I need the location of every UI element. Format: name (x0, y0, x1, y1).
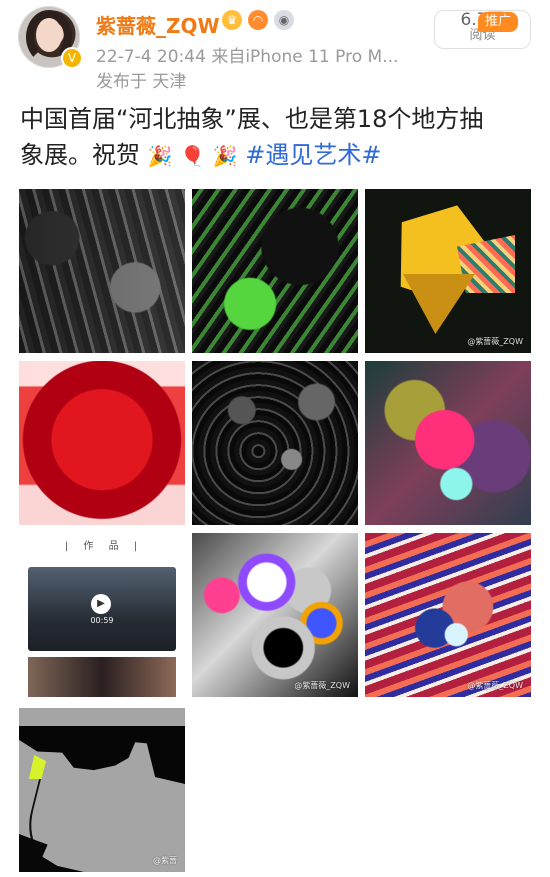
party-popper-icon: 🎉 (147, 144, 173, 168)
post-line-2: 象展。祝贺 🎉 🎈 🎉 #遇见艺术# (20, 137, 530, 174)
ochre-triangle (403, 274, 475, 334)
artwork-image-6[interactable] (365, 361, 531, 525)
post-location: 发布于 天津 (96, 72, 187, 92)
artwork-image-9[interactable]: @紫蔷薇_ZQW (365, 533, 531, 697)
post-line-2-prefix: 象展。祝贺 (20, 141, 140, 169)
avatar-face (36, 18, 62, 52)
post-line-1: 中国首届“河北抽象”展、也是第18个地方抽 (20, 105, 484, 133)
play-icon[interactable]: ▶ (91, 594, 111, 614)
hashtag-link[interactable]: #遇见艺术# (245, 141, 381, 169)
artwork-image-1[interactable] (19, 189, 185, 353)
watermark: @紫蔷薇_ZQW (294, 681, 350, 690)
verified-icon: V (61, 47, 83, 69)
green-shape (28, 755, 46, 779)
post-header: V 紫蔷薇_ZQW ♛ ◠ ◉ 22-7-4 20:44 来自iPhone 11… (0, 0, 550, 92)
username[interactable]: 紫蔷薇_ZQW (96, 10, 220, 39)
hat-icon: ◠ (248, 10, 268, 30)
post-meta: 22-7-4 20:44 来自iPhone 11 Pro M... (96, 47, 399, 67)
artwork-image-10[interactable]: @紫蔷 (19, 708, 185, 872)
watermark: @紫蔷薇_ZQW (467, 681, 523, 690)
user-badges: ♛ ◠ ◉ (222, 10, 294, 30)
watermark: @紫蔷 (153, 856, 177, 865)
artwork-image-3[interactable]: @紫蔷薇_ZQW (365, 189, 531, 353)
read-count-box: 6.7万 阅读 推广 (434, 10, 531, 49)
video-duration: 00:59 (90, 616, 114, 625)
video-tab-label: | 作 品 | (64, 541, 144, 552)
artwork-image-2[interactable] (192, 189, 358, 353)
crown-icon: ♛ (222, 10, 242, 30)
artwork-image-4[interactable] (19, 361, 185, 525)
video-player[interactable]: ▶ 00:59 (28, 567, 176, 651)
promo-tag[interactable]: 推广 (477, 12, 518, 32)
watermark: @紫蔷薇_ZQW (467, 337, 523, 346)
post-text: 中国首届“河北抽象”展、也是第18个地方抽 象展。祝贺 🎉 🎈 🎉 #遇见艺术# (20, 101, 530, 174)
video-tile[interactable]: | 作 品 | ▶ 00:59 (19, 533, 185, 697)
artwork-image-8[interactable]: @紫蔷薇_ZQW (192, 533, 358, 697)
balloon-icon: 🎈 (180, 144, 206, 168)
black-shape (19, 726, 185, 784)
artwork-image-5[interactable] (192, 361, 358, 525)
medal-icon: ◉ (274, 10, 294, 30)
party-popper-icon-2: 🎉 (212, 144, 238, 168)
video-thumbnail (28, 657, 176, 697)
